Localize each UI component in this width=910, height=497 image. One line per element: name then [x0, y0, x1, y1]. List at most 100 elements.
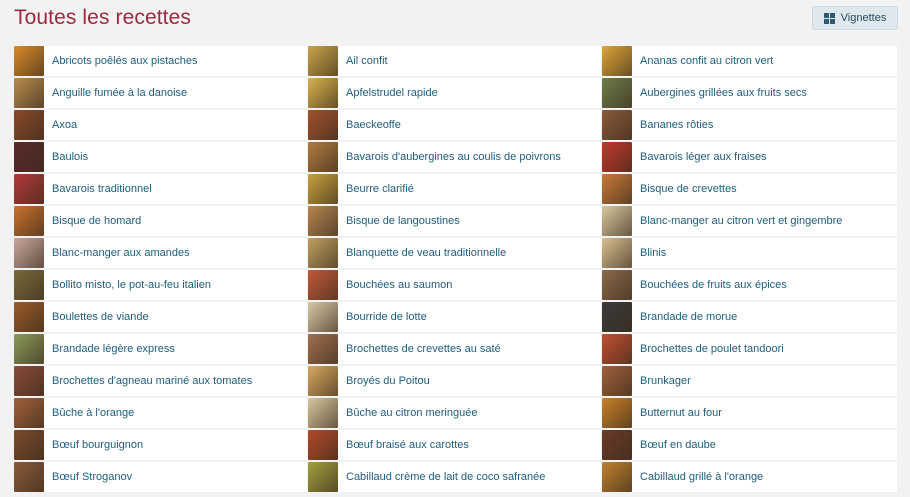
recipe-item[interactable]: Blanquette de veau traditionnelle: [308, 238, 602, 270]
recipe-link[interactable]: Anguille fumée à la danoise: [52, 87, 187, 99]
recipe-link[interactable]: Bœuf bourguignon: [52, 439, 143, 451]
recipe-thumbnail[interactable]: [602, 334, 632, 364]
recipe-item[interactable]: Brunkager: [602, 366, 898, 398]
recipe-link[interactable]: Blinis: [640, 247, 666, 259]
recipe-link[interactable]: Bisque de langoustines: [346, 215, 460, 227]
recipe-item[interactable]: Bavarois léger aux fraises: [602, 142, 898, 174]
recipe-thumbnail[interactable]: [308, 238, 338, 268]
recipe-item[interactable]: Ail confit: [308, 46, 602, 78]
recipe-link[interactable]: Bavarois traditionnel: [52, 183, 152, 195]
recipe-link[interactable]: Cabillaud crème de lait de coco safranée: [346, 471, 545, 483]
recipe-link[interactable]: Bœuf Stroganov: [52, 471, 132, 483]
recipe-item[interactable]: Bananes rôties: [602, 110, 898, 142]
recipe-link[interactable]: Ananas confit au citron vert: [640, 55, 773, 67]
recipe-item[interactable]: Bœuf braisé aux carottes: [308, 430, 602, 462]
recipe-link[interactable]: Bavarois léger aux fraises: [640, 151, 767, 163]
recipe-item[interactable]: Bûche à l'orange: [14, 398, 308, 430]
recipe-link[interactable]: Bisque de homard: [52, 215, 141, 227]
recipe-thumbnail[interactable]: [14, 302, 44, 332]
recipe-thumbnail[interactable]: [308, 398, 338, 428]
recipe-item[interactable]: Blanc-manger au citron vert et gingembre: [602, 206, 898, 238]
recipe-link[interactable]: Bourride de lotte: [346, 311, 427, 323]
recipe-item[interactable]: Boulettes de viande: [14, 302, 308, 334]
recipe-thumbnail[interactable]: [602, 462, 632, 492]
recipe-thumbnail[interactable]: [602, 142, 632, 172]
recipe-link[interactable]: Abricots poêlés aux pistaches: [52, 55, 198, 67]
recipe-link[interactable]: Baeckeoffe: [346, 119, 401, 131]
recipe-item[interactable]: Axoa: [14, 110, 308, 142]
recipe-thumbnail[interactable]: [308, 142, 338, 172]
recipe-item[interactable]: Blinis: [602, 238, 898, 270]
recipe-item[interactable]: Bœuf en daube: [602, 430, 898, 462]
recipe-link[interactable]: Blanc-manger au citron vert et gingembre: [640, 215, 842, 227]
recipe-item[interactable]: Bœuf Stroganov: [14, 462, 308, 494]
recipe-item[interactable]: Bollito misto, le pot-au-feu italien: [14, 270, 308, 302]
recipe-item[interactable]: Anguille fumée à la danoise: [14, 78, 308, 110]
recipe-thumbnail[interactable]: [602, 206, 632, 236]
recipe-link[interactable]: Bouchées de fruits aux épices: [640, 279, 787, 291]
recipe-thumbnail[interactable]: [308, 78, 338, 108]
recipe-thumbnail[interactable]: [602, 238, 632, 268]
recipe-item[interactable]: Butternut au four: [602, 398, 898, 430]
recipe-link[interactable]: Baulois: [52, 151, 88, 163]
recipe-link[interactable]: Beurre clarifié: [346, 183, 414, 195]
recipe-item[interactable]: Brochettes d'agneau mariné aux tomates: [14, 366, 308, 398]
recipe-link[interactable]: Apfelstrudel rapide: [346, 87, 438, 99]
recipe-item[interactable]: Brochettes de poulet tandoori: [602, 334, 898, 366]
recipe-link[interactable]: Bavarois d'aubergines au coulis de poivr…: [346, 151, 561, 163]
recipe-thumbnail[interactable]: [308, 334, 338, 364]
recipe-item[interactable]: Cabillaud crème de lait de coco safranée: [308, 462, 602, 494]
thumbnails-view-button[interactable]: Vignettes: [812, 6, 898, 30]
recipe-item[interactable]: Ananas confit au citron vert: [602, 46, 898, 78]
recipe-item[interactable]: Brandade de morue: [602, 302, 898, 334]
recipe-thumbnail[interactable]: [14, 334, 44, 364]
recipe-item[interactable]: Bavarois traditionnel: [14, 174, 308, 206]
recipe-thumbnail[interactable]: [14, 46, 44, 76]
recipe-link[interactable]: Brandade légère express: [52, 343, 175, 355]
recipe-thumbnail[interactable]: [602, 46, 632, 76]
recipe-thumbnail[interactable]: [308, 110, 338, 140]
recipe-thumbnail[interactable]: [14, 430, 44, 460]
recipe-item[interactable]: Bisque de homard: [14, 206, 308, 238]
recipe-item[interactable]: Bûche au citron meringuée: [308, 398, 602, 430]
recipe-thumbnail[interactable]: [14, 174, 44, 204]
recipe-link[interactable]: Bœuf braisé aux carottes: [346, 439, 469, 451]
recipe-link[interactable]: Brunkager: [640, 375, 691, 387]
recipe-link[interactable]: Aubergines grillées aux fruits secs: [640, 87, 807, 99]
recipe-link[interactable]: Butternut au four: [640, 407, 722, 419]
recipe-link[interactable]: Axoa: [52, 119, 77, 131]
recipe-thumbnail[interactable]: [308, 302, 338, 332]
recipe-item[interactable]: Bisque de crevettes: [602, 174, 898, 206]
recipe-link[interactable]: Bananes rôties: [640, 119, 713, 131]
recipe-thumbnail[interactable]: [602, 430, 632, 460]
recipe-item[interactable]: Baeckeoffe: [308, 110, 602, 142]
recipe-item[interactable]: Apfelstrudel rapide: [308, 78, 602, 110]
recipe-thumbnail[interactable]: [14, 110, 44, 140]
recipe-item[interactable]: Broyés du Poitou: [308, 366, 602, 398]
recipe-thumbnail[interactable]: [14, 142, 44, 172]
recipe-thumbnail[interactable]: [602, 110, 632, 140]
recipe-thumbnail[interactable]: [602, 302, 632, 332]
recipe-thumbnail[interactable]: [14, 398, 44, 428]
recipe-link[interactable]: Ail confit: [346, 55, 388, 67]
recipe-item[interactable]: Abricots poêlés aux pistaches: [14, 46, 308, 78]
recipe-link[interactable]: Bûche à l'orange: [52, 407, 134, 419]
recipe-thumbnail[interactable]: [14, 462, 44, 492]
recipe-item[interactable]: Bisque de langoustines: [308, 206, 602, 238]
recipe-link[interactable]: Bûche au citron meringuée: [346, 407, 477, 419]
recipe-link[interactable]: Boulettes de viande: [52, 311, 149, 323]
recipe-link[interactable]: Broyés du Poitou: [346, 375, 430, 387]
recipe-item[interactable]: Bavarois d'aubergines au coulis de poivr…: [308, 142, 602, 174]
recipe-thumbnail[interactable]: [14, 206, 44, 236]
recipe-thumbnail[interactable]: [602, 398, 632, 428]
recipe-item[interactable]: Bouchées au saumon: [308, 270, 602, 302]
recipe-thumbnail[interactable]: [308, 462, 338, 492]
recipe-thumbnail[interactable]: [14, 238, 44, 268]
recipe-item[interactable]: Baulois: [14, 142, 308, 174]
recipe-link[interactable]: Blanquette de veau traditionnelle: [346, 247, 506, 259]
recipe-item[interactable]: Cabillaud grillé à l'orange: [602, 462, 898, 494]
recipe-item[interactable]: Brandade légère express: [14, 334, 308, 366]
recipe-item[interactable]: Bouchées de fruits aux épices: [602, 270, 898, 302]
recipe-thumbnail[interactable]: [602, 78, 632, 108]
recipe-link[interactable]: Bouchées au saumon: [346, 279, 452, 291]
